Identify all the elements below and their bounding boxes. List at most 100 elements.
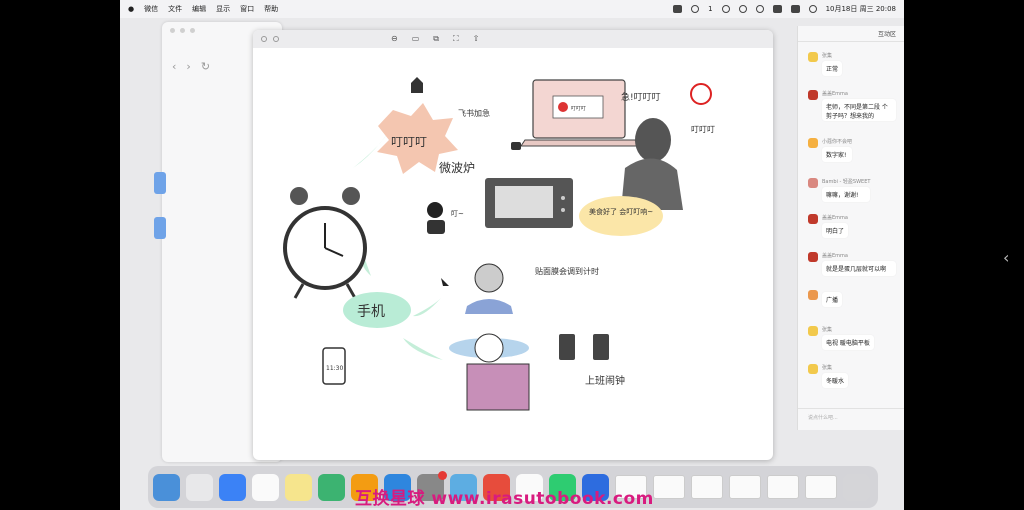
play-icon[interactable]: [738, 5, 747, 13]
chat-message: 小蔻你不会吧 数字家!: [808, 138, 853, 162]
avatar[interactable]: [808, 214, 818, 224]
phone-alert-icon: [690, 83, 712, 105]
minimized-window-thumb[interactable]: [691, 475, 723, 499]
menu-window[interactable]: 窗口: [240, 4, 254, 14]
zoom-out-icon[interactable]: ⊖: [391, 34, 398, 44]
menu-edit[interactable]: 编辑: [192, 4, 206, 14]
avatar[interactable]: [808, 290, 818, 300]
minimized-window-thumb[interactable]: [767, 475, 799, 499]
photos-icon[interactable]: [252, 473, 279, 501]
phone-time-label: 11:30: [326, 365, 343, 372]
phone-hub-label: 手机: [357, 304, 385, 320]
sender-name: 张集: [822, 365, 833, 371]
avatar[interactable]: [808, 138, 818, 148]
minimize-button[interactable]: [273, 36, 279, 42]
chat-message: 盖盖Emma 老师，不同是第二段 个剪子吗？想来我的: [808, 90, 896, 121]
chat-message: 张集 冬暖水: [808, 364, 849, 388]
message-bubble: 电视 暖电脑平板: [822, 335, 874, 350]
phone-device: [559, 334, 575, 360]
mail-icon[interactable]: [219, 473, 246, 501]
siri-icon[interactable]: [808, 5, 817, 13]
message-bubble: 冬暖水: [822, 373, 849, 388]
kid-figure: [427, 202, 443, 218]
folder-icon[interactable]: [154, 172, 166, 194]
message-bubble: 正常: [822, 61, 843, 76]
avatar[interactable]: [808, 326, 818, 336]
numbers-icon[interactable]: [318, 473, 345, 501]
minimized-window-thumb[interactable]: [805, 475, 837, 499]
reload-icon[interactable]: ↻: [201, 60, 210, 73]
finder-icon[interactable]: [153, 473, 180, 501]
avatar[interactable]: [808, 52, 818, 62]
wechat-tray-icon[interactable]: [691, 5, 700, 13]
connector-leaf: [403, 338, 443, 360]
chat-message: 盖盖Emma 明白了: [808, 214, 849, 238]
microwave-window: [495, 186, 553, 218]
avatar[interactable]: [808, 252, 818, 262]
feishu-urgent-label: 飞书加急: [458, 108, 490, 118]
food-ready-label: 美食好了 会叮叮响~: [589, 207, 653, 216]
menu-help[interactable]: 帮助: [264, 4, 278, 14]
chat-message: Bambi - 轻盈SWEET 嘛嘛，谢谢!: [808, 178, 871, 202]
app-notification-icon: [558, 102, 568, 112]
sender-name: Bambi - 轻盈SWEET: [822, 179, 871, 185]
mask-timer-label: 贴面膜会调到计时: [535, 266, 599, 276]
bluetooth-icon[interactable]: [721, 5, 730, 13]
blanket: [466, 363, 530, 411]
chevron-left-icon[interactable]: ‹: [1003, 248, 1009, 267]
phone-device: [593, 334, 609, 360]
chat-input[interactable]: 说点什么吧...: [798, 408, 904, 430]
mask-person-body: [465, 299, 513, 314]
food-ready-bubble: [579, 196, 663, 236]
mask-person-head: [474, 263, 504, 293]
notes-icon[interactable]: [285, 473, 312, 501]
message-bubble: 老师，不同是第二段 个剪子吗？想来我的: [822, 99, 896, 121]
laptop-screen-text: 叮叮叮: [571, 106, 586, 112]
mouse: [511, 142, 521, 150]
clock-datetime[interactable]: 10月18日 周三 20:08: [826, 4, 896, 14]
chat-header: 互动区: [798, 26, 904, 42]
sender-name: 张集: [822, 53, 833, 59]
battery-icon[interactable]: [755, 5, 764, 13]
menu-wechat[interactable]: 微信: [144, 4, 158, 14]
wps-tray-icon[interactable]: [673, 5, 683, 13]
fullscreen-icon[interactable]: ⛶: [453, 34, 459, 44]
sender-name: 盖盖Emma: [822, 253, 848, 259]
back-icon[interactable]: ‹: [172, 60, 176, 73]
sender-name: 盖盖Emma: [822, 91, 848, 97]
watermark-text: 互换星球 www.irasutobook.com: [355, 489, 654, 509]
message-bubble: 嘛嘛，谢谢!: [822, 187, 871, 202]
avatar[interactable]: [808, 178, 818, 188]
chat-message: 广播: [808, 290, 843, 307]
fit-icon[interactable]: ▭: [412, 34, 420, 44]
chat-message: 盖盖Emma 就是是蛋几层就可以啊: [808, 252, 896, 276]
folder-icon[interactable]: [154, 217, 166, 239]
apple-icon[interactable]: ●: [128, 5, 134, 13]
message-bubble: 明白了: [822, 223, 849, 238]
message-bubble: 数字家!: [822, 147, 853, 162]
control-center-icon[interactable]: [790, 5, 800, 13]
menu-view[interactable]: 显示: [216, 4, 230, 14]
wifi-icon[interactable]: [772, 5, 782, 13]
cursor-icon: [441, 278, 449, 286]
launchpad-icon[interactable]: [186, 473, 213, 501]
minimized-window-thumb[interactable]: [653, 475, 685, 499]
close-button[interactable]: [261, 36, 267, 42]
ding-label: 叮~: [451, 210, 464, 218]
window-controls[interactable]: [170, 28, 195, 33]
menu-file[interactable]: 文件: [168, 4, 182, 14]
chat-message: 张集 正常: [808, 52, 843, 76]
menu-bar: ● 微信 文件 编辑 显示 窗口 帮助 1 10月18日 周三 20:08: [120, 0, 904, 18]
microwave-label: 微波炉: [439, 161, 475, 175]
image-viewer-window[interactable]: ⊖ ▭ ⧉ ⛶ ⇧ 叮叮叮 飞书加急 微波炉 叮~ 叮叮叮 急!叮叮叮 叮叮叮 …: [253, 30, 773, 460]
sender-name: 盖盖Emma: [822, 215, 848, 221]
trash-icon[interactable]: [843, 473, 870, 501]
avatar[interactable]: [808, 90, 818, 100]
sender-name: 小蔻你不会吧: [822, 139, 853, 145]
zzz-label: 叮叮叮: [691, 125, 715, 134]
avatar[interactable]: [808, 364, 818, 374]
minimized-window-thumb[interactable]: [729, 475, 761, 499]
forward-icon[interactable]: ›: [186, 60, 190, 73]
share-icon[interactable]: ⇧: [473, 34, 480, 44]
copy-icon[interactable]: ⧉: [433, 34, 439, 44]
